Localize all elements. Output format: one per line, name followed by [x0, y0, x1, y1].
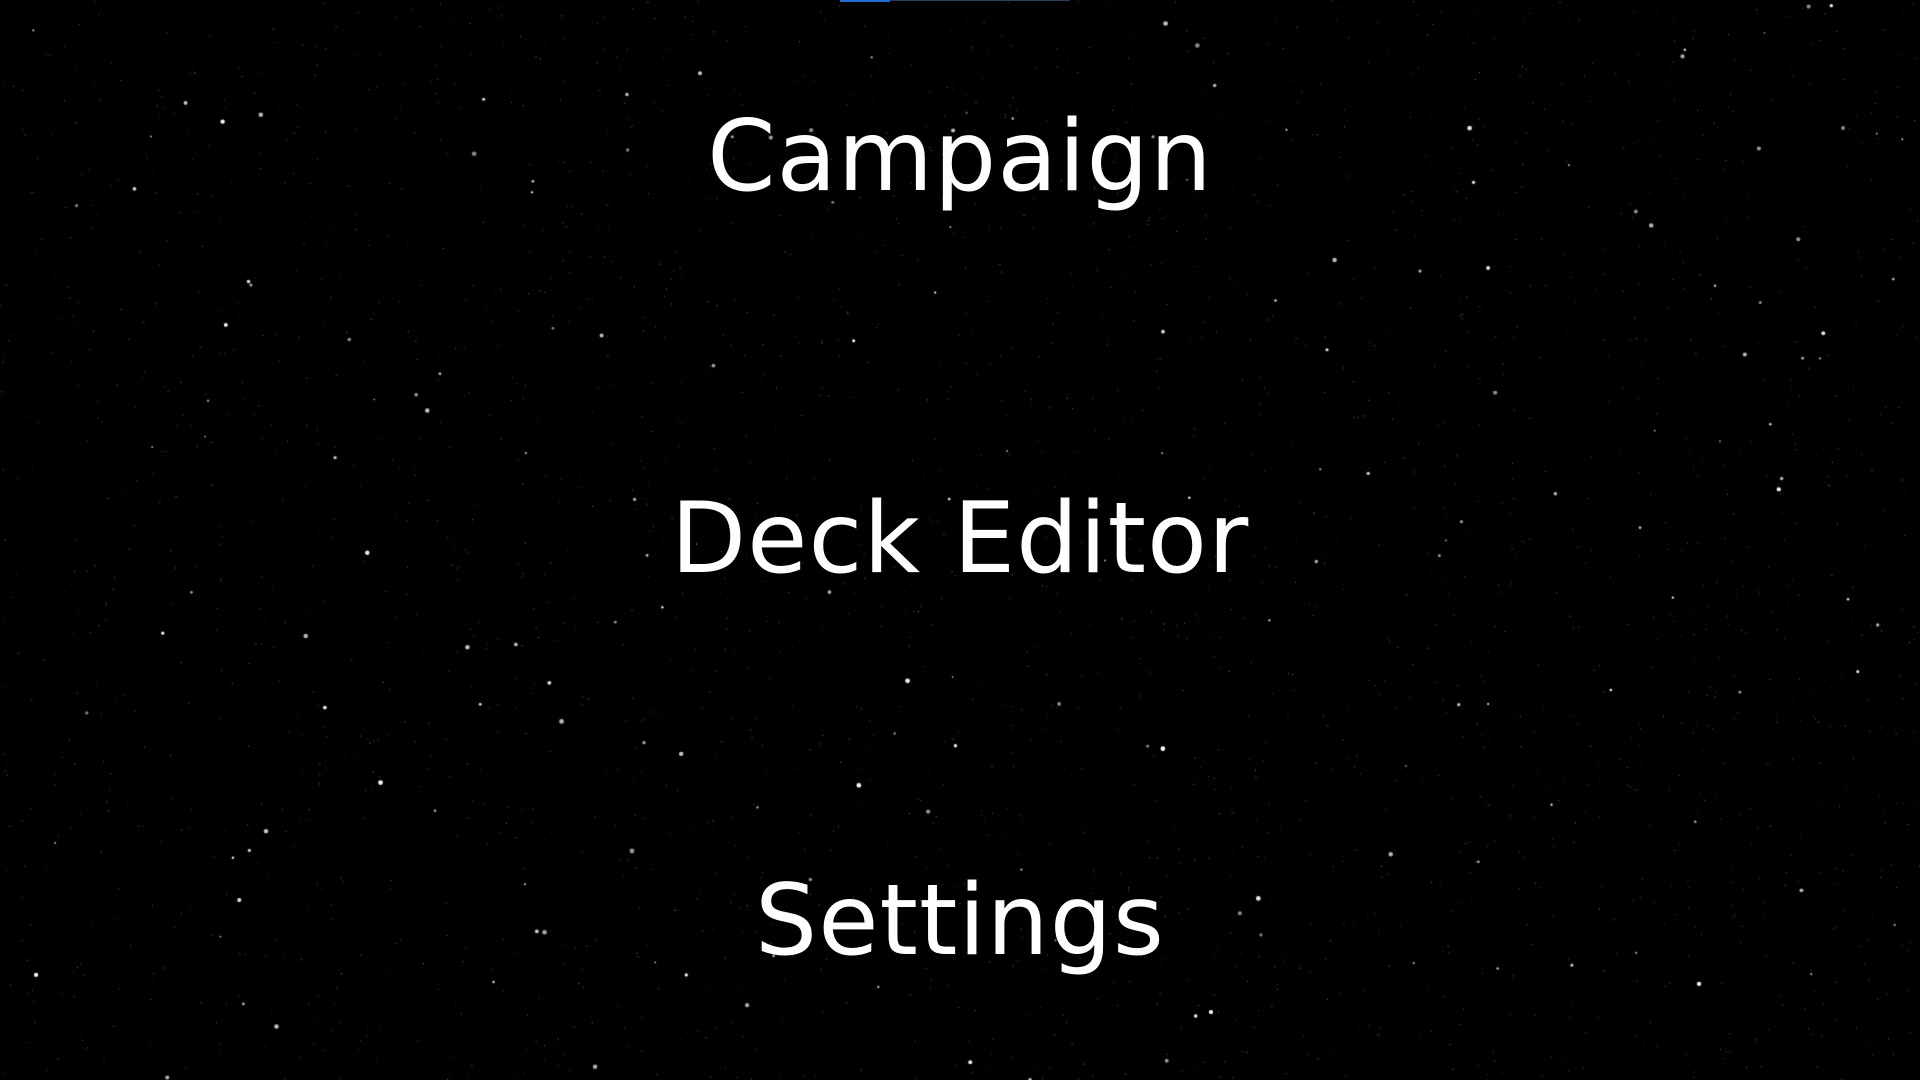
top-accent-line [890, 0, 1070, 1]
deck-editor-button[interactable]: Deck Editor [0, 490, 1920, 588]
settings-button[interactable]: Settings [0, 872, 1920, 970]
campaign-button[interactable]: Campaign [0, 108, 1920, 206]
main-menu-screen: Campaign Deck Editor Settings [0, 0, 1920, 1080]
settings-label: Settings [755, 864, 1165, 978]
campaign-label: Campaign [707, 100, 1213, 214]
deck-editor-label: Deck Editor [670, 482, 1250, 596]
top-accent-bar [840, 0, 890, 2]
